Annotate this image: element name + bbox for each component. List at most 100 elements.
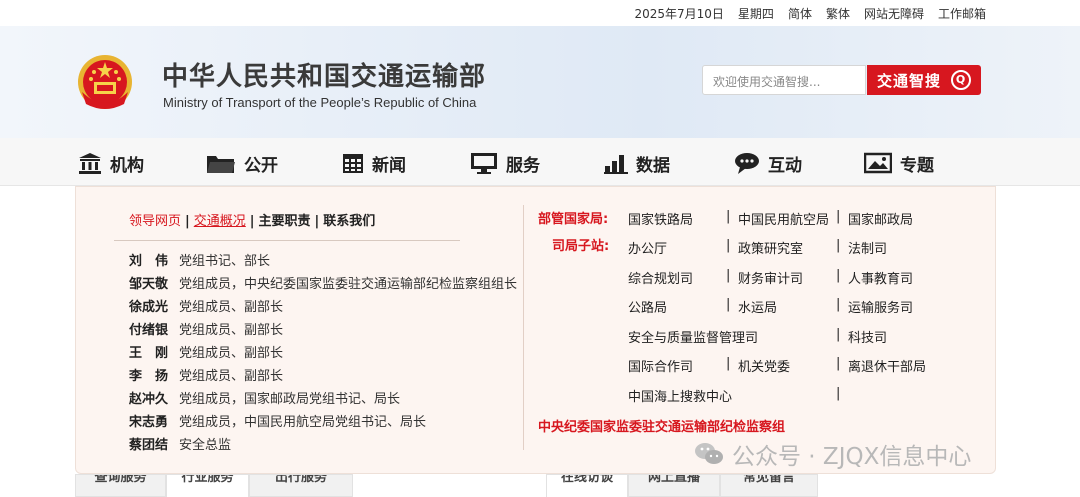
tab-overview[interactable]: 交通概况 [194, 214, 246, 229]
leader-position: 党组书记、部长 [179, 254, 271, 269]
watermark-text: 公众号 · ZJQX信息中心 [732, 444, 972, 470]
folder-icon [207, 156, 235, 173]
leader-item[interactable]: 赵冲久 党组成员，国家邮政局党组书记、局长 [129, 388, 400, 407]
panel-tabs: 领导网页 | 交通概况 | 主要职责 | 联系我们 [129, 214, 376, 229]
nav-item-interaction[interactable]: 互动 [734, 151, 802, 176]
leader-name: 邹天敬 [129, 277, 169, 292]
tab-leaders[interactable]: 领导网页 [129, 214, 181, 229]
leader-name: 徐成光 [129, 300, 169, 315]
search-icon: Q [951, 70, 971, 90]
national-bureaus-label: 部管国家局: [538, 212, 609, 227]
leader-name: 宋志勇 [129, 415, 169, 430]
leader-position: 党组成员，中央纪委国家监委驻交通运输部纪检监察组组长 [179, 277, 518, 292]
leader-name: 付绪银 [129, 323, 169, 338]
tab-query-services[interactable]: 查询服务 [75, 474, 166, 497]
divider [114, 240, 460, 241]
leader-name: 刘 伟 [129, 254, 169, 269]
monitor-icon [471, 153, 497, 174]
nav-item-disclosure[interactable]: 公开 [206, 151, 278, 176]
nav-label: 数据 [636, 155, 670, 176]
org-link[interactable]: 水运局 [738, 297, 777, 316]
org-link[interactable]: 科技司 [848, 327, 887, 346]
tab-common-messages[interactable]: 常见留言 [720, 474, 818, 497]
nav-item-services[interactable]: 服务 [470, 151, 540, 176]
nav-label: 服务 [506, 155, 540, 176]
main-nav: 机构 公开 新闻 服务 数据 互动 专题 [0, 138, 1080, 186]
picture-icon [864, 152, 892, 174]
leader-item[interactable]: 蔡团结 安全总监 [129, 434, 231, 453]
leader-position: 党组成员，国家邮政局党组书记、局长 [179, 392, 401, 407]
leader-item[interactable]: 王 刚党组成员、副部长 [129, 342, 283, 361]
leader-item[interactable]: 宋志勇 党组成员，中国民用航空局党组书记、局长 [129, 411, 426, 430]
chat-bubble-icon [735, 153, 759, 174]
org-link[interactable]: 政策研究室 [738, 238, 803, 257]
leader-position: 党组成员，中国民用航空局党组书记、局长 [179, 415, 427, 430]
departments-label: 司局子站: [552, 239, 610, 254]
top-utility-bar: 2025年7月10日 星期四 简体 繁体 网站无障碍 工作邮箱 [0, 0, 1080, 26]
nav-label: 公开 [244, 155, 278, 176]
tab-duties[interactable]: 主要职责 [259, 214, 311, 229]
org-link[interactable]: 机关党委 [738, 356, 790, 375]
org-link[interactable]: 财务审计司 [738, 268, 803, 287]
leader-position: 安全总监 [179, 438, 232, 453]
leader-name: 蔡团结 [129, 438, 169, 453]
leader-position: 党组成员、副部长 [179, 346, 284, 361]
tab-industry-services[interactable]: 行业服务 [166, 474, 249, 497]
discipline-group-link[interactable]: 中央纪委国家监委驻交通运输部纪检监察组 [538, 416, 785, 435]
org-link[interactable]: 国家铁路局 [628, 209, 693, 228]
org-link[interactable]: 中国海上搜救中心 [628, 386, 732, 405]
leader-item[interactable]: 付绪银 党组成员、副部长 [129, 319, 283, 338]
org-link[interactable]: 运输服务司 [848, 297, 913, 316]
column-divider [523, 205, 524, 450]
leader-item[interactable]: 徐成光 党组成员、副部长 [129, 296, 283, 315]
org-link[interactable]: 离退休干部局 [848, 356, 926, 375]
leader-item[interactable]: 刘 伟党组书记、部长 [129, 250, 270, 269]
site-title-en: Ministry of Transport of the People’s Re… [163, 95, 477, 110]
tab-contact[interactable]: 联系我们 [323, 214, 375, 229]
search-button[interactable]: 交通智搜 Q [867, 65, 981, 95]
wechat-watermark: 公众号 · ZJQX信息中心 [694, 437, 971, 471]
org-link[interactable]: 公路局 [628, 297, 667, 316]
org-link[interactable]: 法制司 [848, 238, 887, 257]
national-emblem-icon[interactable] [76, 52, 134, 114]
site-title-cn: 中华人民共和国交通运输部 [162, 62, 487, 92]
leader-item[interactable]: 李 扬党组成员、副部长 [129, 365, 283, 384]
tab-online-interview[interactable]: 在线访谈 [546, 474, 628, 497]
calendar-grid-icon [343, 154, 363, 173]
work-mail-link[interactable]: 工作邮箱 [938, 5, 986, 22]
bottom-tab-strip: 查询服务 行业服务 出行服务 在线访谈 网上直播 常见留言 [0, 474, 1080, 497]
leader-position: 党组成员、副部长 [179, 369, 284, 384]
search-button-label: 交通智搜 [877, 72, 942, 90]
leader-name: 李 扬 [129, 369, 169, 384]
building-icon [79, 153, 101, 174]
nav-item-data[interactable]: 数据 [604, 151, 670, 176]
org-link[interactable]: 中国民用航空局 [738, 209, 829, 228]
leader-position: 党组成员、副部长 [179, 323, 284, 338]
nav-label: 新闻 [372, 155, 406, 176]
org-link[interactable]: 国家邮政局 [848, 209, 913, 228]
simplified-link[interactable]: 简体 [788, 5, 812, 22]
org-link[interactable]: 安全与质量监督管理司 [628, 327, 758, 346]
bar-chart-icon [604, 155, 628, 174]
leader-name: 王 刚 [129, 346, 169, 361]
tab-travel-services[interactable]: 出行服务 [249, 474, 353, 497]
nav-label: 互动 [768, 155, 802, 176]
nav-item-news[interactable]: 新闻 [342, 151, 406, 176]
weekday: 星期四 [737, 7, 774, 21]
nav-label: 机构 [110, 155, 144, 176]
search-input[interactable]: 欢迎使用交通智搜... [702, 65, 866, 95]
nav-item-topics[interactable]: 专题 [864, 151, 934, 176]
current-date: 2025年7月10日 [634, 7, 724, 21]
accessibility-link[interactable]: 网站无障碍 [864, 5, 924, 22]
tab-live-broadcast[interactable]: 网上直播 [628, 474, 720, 497]
leader-position: 党组成员、副部长 [179, 300, 284, 315]
org-link[interactable]: 办公厅 [628, 238, 667, 257]
nav-item-organization[interactable]: 机构 [78, 151, 144, 176]
site-header: 中华人民共和国交通运输部 Ministry of Transport of th… [0, 26, 1080, 138]
org-link[interactable]: 综合规划司 [628, 268, 693, 287]
leader-item[interactable]: 邹天敬 党组成员，中央纪委国家监委驻交通运输部纪检监察组组长 [129, 273, 517, 292]
traditional-link[interactable]: 繁体 [826, 5, 850, 22]
nav-label: 专题 [900, 155, 934, 176]
org-link[interactable]: 人事教育司 [848, 268, 913, 287]
org-link[interactable]: 国际合作司 [628, 356, 693, 375]
